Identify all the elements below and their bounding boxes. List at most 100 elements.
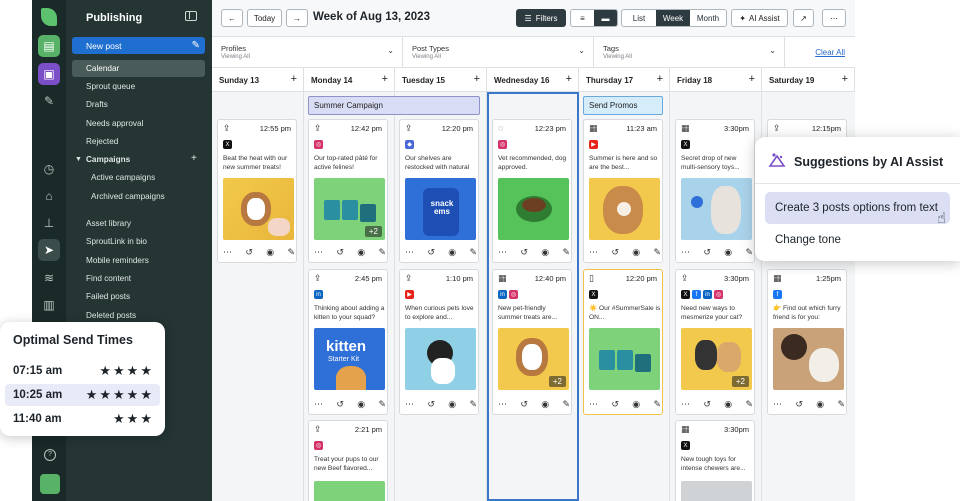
layout-toggle[interactable]: ≡ ▬ <box>570 9 618 27</box>
nav-item-deleted-posts[interactable]: Deleted posts <box>86 311 136 320</box>
inbox-icon[interactable]: ⌂ <box>38 185 60 207</box>
edit-icon[interactable]: ✎ <box>837 399 845 410</box>
preview-icon[interactable]: ◉ <box>632 399 640 410</box>
view-list[interactable]: List <box>622 10 656 26</box>
post-card[interactable]: ▦ 3:30pm X Secret drop of new multi-sens… <box>675 119 755 263</box>
add-post-icon[interactable]: + <box>842 73 848 85</box>
send-time-row[interactable]: 11:40 am ★★★ <box>5 408 160 430</box>
edit-icon[interactable]: ✎ <box>469 247 477 258</box>
pin-icon[interactable]: ⊥ <box>38 212 60 234</box>
nav-item-failed-posts[interactable]: Failed posts <box>86 292 130 301</box>
more-icon[interactable]: ⋯ <box>681 247 690 258</box>
post-card[interactable]: ▦ 1:25pm f 👉 Find out which furry friend… <box>767 269 847 415</box>
edit-icon[interactable]: ✎ <box>378 399 386 410</box>
view-month[interactable]: Month <box>690 10 726 26</box>
history-icon[interactable]: ↺ <box>795 399 803 410</box>
listening-icon[interactable]: ≋ <box>38 267 60 289</box>
edit-icon[interactable]: ✎ <box>653 399 661 410</box>
add-post-icon[interactable]: + <box>474 73 480 85</box>
post-card[interactable]: ▦ 11:23 am ▶ Summer is here and so are t… <box>583 119 663 263</box>
preview-icon[interactable]: ◉ <box>266 247 274 258</box>
more-icon[interactable]: ⋯ <box>589 399 598 410</box>
campaign-banner[interactable]: Summer Campaign <box>308 96 480 115</box>
more-icon[interactable]: ⋯ <box>405 247 414 258</box>
nav-item-archived-campaigns[interactable]: Archived campaigns <box>91 192 165 201</box>
next-week-button[interactable]: → <box>286 9 308 27</box>
history-icon[interactable]: ↺ <box>245 247 253 258</box>
inbox-app-icon[interactable]: ▣ <box>38 63 60 85</box>
more-icon[interactable]: ⋯ <box>773 399 782 410</box>
preview-icon[interactable]: ◉ <box>448 399 456 410</box>
folder-icon[interactable]: ▤ <box>38 35 60 57</box>
more-icon[interactable]: ⋯ <box>223 247 232 258</box>
card-layout-icon[interactable]: ▬ <box>594 10 617 26</box>
add-campaign-icon[interactable]: + <box>191 153 197 164</box>
add-post-icon[interactable]: + <box>749 73 755 85</box>
preview-icon[interactable]: ◉ <box>448 247 456 258</box>
preview-icon[interactable]: ◉ <box>357 399 365 410</box>
history-icon[interactable]: ↺ <box>427 247 435 258</box>
more-icon[interactable]: ⋯ <box>589 247 598 258</box>
more-icon[interactable]: ⋯ <box>314 247 323 258</box>
history-icon[interactable]: ↺ <box>336 247 344 258</box>
nav-item-sprout-queue[interactable]: Sprout queue <box>86 82 135 91</box>
nav-item-rejected[interactable]: Rejected <box>86 137 118 146</box>
nav-item-find-content[interactable]: Find content <box>86 274 131 283</box>
post-card[interactable]: ⇪ 12:20 pm ◆ Our shelves are restocked w… <box>399 119 479 263</box>
edit-icon[interactable]: ✎ <box>745 399 753 410</box>
post-card[interactable]: ⇪ 3:30pm Xf in ◎ Need new ways to mesmeriz… <box>675 269 755 415</box>
edit-icon[interactable]: ✎ <box>378 247 386 258</box>
post-card[interactable]: ⇪ 1:10 pm ▶ When curious pets love to ex… <box>399 269 479 415</box>
campaign-banner[interactable]: Send Promos <box>583 96 663 115</box>
prev-week-button[interactable]: ← <box>221 9 243 27</box>
add-post-icon[interactable]: + <box>566 73 572 85</box>
edit-icon[interactable]: ✎ <box>469 399 477 410</box>
clear-all-link[interactable]: Clear All <box>815 48 845 57</box>
nav-item-asset-library[interactable]: Asset library <box>86 219 131 228</box>
more-options-icon[interactable]: ⋯ <box>822 9 846 27</box>
create-posts-option[interactable]: Create 3 posts options from text <box>765 192 950 224</box>
nav-item-mobile-reminders[interactable]: Mobile reminders <box>86 256 149 265</box>
send-time-row[interactable]: 10:25 am ★★★★★ <box>5 384 160 406</box>
send-time-row[interactable]: 07:15 am ★★★★ <box>5 360 160 382</box>
post-card[interactable]: ▯ 12:20 pm X ☀️ Our #SummerSale is ON...… <box>583 269 663 415</box>
preview-icon[interactable]: ◉ <box>632 247 640 258</box>
help-icon[interactable]: ? <box>44 449 56 461</box>
preview-icon[interactable]: ◉ <box>816 399 824 410</box>
history-icon[interactable]: ↺ <box>427 399 435 410</box>
post-card[interactable]: ▦ 3:30pm X New tough toys for intense ch… <box>675 420 755 501</box>
history-icon[interactable]: ↺ <box>611 399 619 410</box>
dashboard-icon[interactable]: ◷ <box>38 158 60 180</box>
history-icon[interactable]: ↺ <box>703 247 711 258</box>
collapse-panel-icon[interactable] <box>185 11 197 21</box>
edit-icon[interactable]: ✎ <box>745 247 753 258</box>
nav-item-drafts[interactable]: Drafts <box>86 100 108 109</box>
preview-icon[interactable]: ◉ <box>724 399 732 410</box>
history-icon[interactable]: ↺ <box>336 399 344 410</box>
edit-icon[interactable]: ✎ <box>653 247 661 258</box>
preview-icon[interactable]: ◉ <box>357 247 365 258</box>
nav-item-calendar[interactable]: Calendar <box>72 60 205 77</box>
filters-button[interactable]: ☰ Filters <box>516 9 566 27</box>
nav-item-active-campaigns[interactable]: Active campaigns <box>91 173 155 182</box>
more-icon[interactable]: ⋯ <box>314 399 323 410</box>
new-post-button[interactable]: New post ✎ <box>72 37 205 54</box>
reports-icon[interactable]: ▥ <box>38 294 60 316</box>
history-icon[interactable]: ↺ <box>611 247 619 258</box>
more-icon[interactable]: ⋯ <box>405 399 414 410</box>
today-button[interactable]: Today <box>247 9 282 27</box>
send-icon[interactable]: ➤ <box>38 239 60 261</box>
add-post-icon[interactable]: + <box>291 73 297 85</box>
edit-icon[interactable]: ✎ <box>287 247 295 258</box>
export-icon[interactable]: ↗ <box>793 9 814 27</box>
add-post-icon[interactable]: + <box>382 73 388 85</box>
filter-post-types[interactable]: Post Types Viewing All ⌄ <box>403 37 594 68</box>
view-week[interactable]: Week <box>656 10 690 26</box>
post-card[interactable]: ⇪ 2:21 pm ◎ Treat your pups to our new B… <box>308 420 388 501</box>
chevron-down-icon[interactable]: ▼ <box>75 156 82 163</box>
avatar[interactable] <box>40 474 60 494</box>
history-icon[interactable]: ↺ <box>703 399 711 410</box>
view-switcher[interactable]: List Week Month <box>621 9 727 27</box>
nav-item-sproutlink[interactable]: SproutLink in bio <box>86 237 147 246</box>
nav-item-needs-approval[interactable]: Needs approval <box>86 119 143 128</box>
